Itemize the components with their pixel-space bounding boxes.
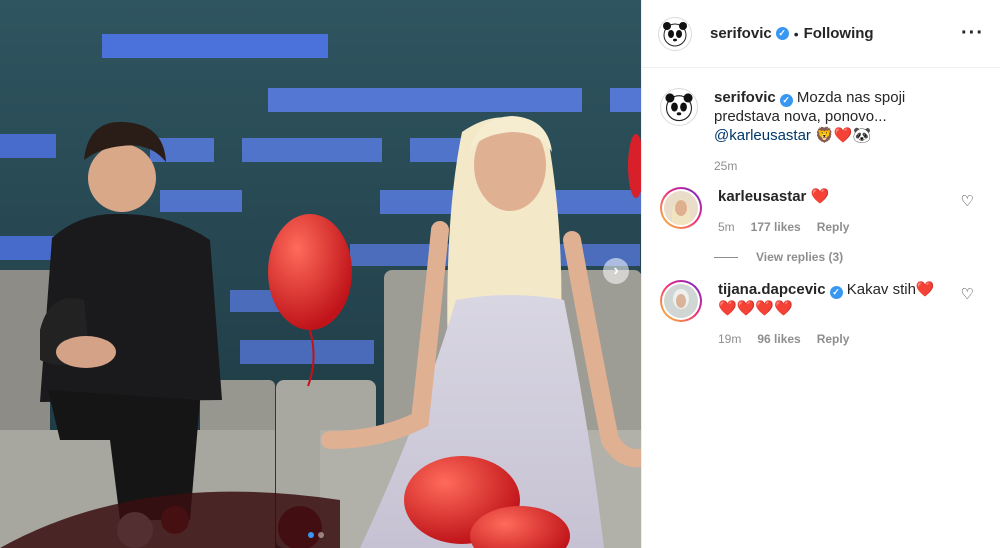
comments-list[interactable]: serifovic ✓ Mozda nas spoji predstava nov…	[642, 88, 1000, 548]
photo-illustration	[0, 0, 641, 548]
verified-badge-icon: ✓	[829, 286, 843, 299]
reply-button[interactable]: Reply	[817, 332, 850, 346]
user-photo-icon	[664, 284, 698, 318]
comment-time[interactable]: 19m	[718, 332, 741, 346]
instagram-post-modal: › serifovic ✓ • Following ··· serifovic …	[0, 0, 1000, 548]
chevron-right-icon: ›	[613, 262, 619, 279]
heart-outline-icon[interactable]: ♡	[961, 285, 974, 303]
view-replies-button[interactable]: View replies (3)	[714, 250, 1000, 264]
post-side-panel: serifovic ✓ • Following ··· serifovic ✓ …	[641, 0, 1000, 548]
caption-text: serifovic ✓ Mozda nas spoji predstava nov…	[714, 88, 964, 145]
user-photo-icon	[664, 191, 698, 225]
reply-button[interactable]: Reply	[817, 220, 850, 234]
more-horizontal-icon[interactable]: ···	[961, 22, 984, 45]
comment-item: karleusastar ❤️ 5m 177 likes Reply ♡	[642, 187, 1000, 234]
panda-avatar-icon	[663, 21, 687, 46]
caption-timestamp[interactable]: 25m	[714, 159, 964, 173]
commenter-avatar[interactable]	[660, 280, 702, 322]
panda-avatar-icon	[665, 93, 693, 122]
comment-meta: 5m 177 likes Reply	[718, 220, 958, 234]
comment-body-line2: ❤️❤️❤️❤️	[718, 300, 793, 317]
caption-mention[interactable]: @karleusastar	[714, 127, 811, 144]
heart-outline-icon[interactable]: ♡	[961, 192, 974, 210]
commenter-avatar[interactable]	[660, 187, 702, 229]
comment-username[interactable]: tijana.dapcevic	[718, 281, 826, 298]
caption-emoji: 🦁❤️🐼	[815, 127, 872, 144]
caption-username[interactable]: serifovic	[714, 89, 776, 106]
comment-username[interactable]: karleusastar	[718, 188, 806, 205]
caption-avatar[interactable]	[660, 88, 698, 126]
separator: •	[793, 25, 799, 42]
view-replies-label: View replies (3)	[756, 250, 844, 264]
comment-text: karleusastar ❤️	[718, 187, 958, 206]
comment-meta: 19m 96 likes Reply	[718, 332, 958, 346]
carousel-dot	[318, 532, 324, 538]
carousel-next-button[interactable]: ›	[603, 258, 629, 284]
following-button[interactable]: Following	[804, 25, 874, 42]
comment-body: Kakav stih❤️	[846, 281, 935, 298]
carousel-dot	[308, 532, 314, 538]
post-caption: serifovic ✓ Mozda nas spoji predstava nov…	[642, 88, 1000, 173]
comment-item: tijana.dapcevic ✓ Kakav stih❤️ ❤️❤️❤️❤️ 1…	[642, 280, 1000, 346]
author-username[interactable]: serifovic	[710, 25, 772, 42]
verified-badge-icon: ✓	[775, 27, 789, 40]
comment-likes[interactable]: 96 likes	[757, 332, 800, 346]
carousel-indicator	[308, 532, 324, 538]
post-header: serifovic ✓ • Following ···	[642, 0, 1000, 68]
verified-badge-icon: ✓	[779, 94, 793, 107]
post-photo[interactable]: ›	[0, 0, 641, 548]
comment-likes[interactable]: 177 likes	[751, 220, 801, 234]
comment-text: tijana.dapcevic ✓ Kakav stih❤️ ❤️❤️❤️❤️	[718, 280, 958, 318]
comment-time[interactable]: 5m	[718, 220, 735, 234]
comment-body: ❤️	[810, 188, 830, 205]
author-avatar[interactable]	[658, 16, 692, 51]
divider-line	[714, 256, 738, 258]
